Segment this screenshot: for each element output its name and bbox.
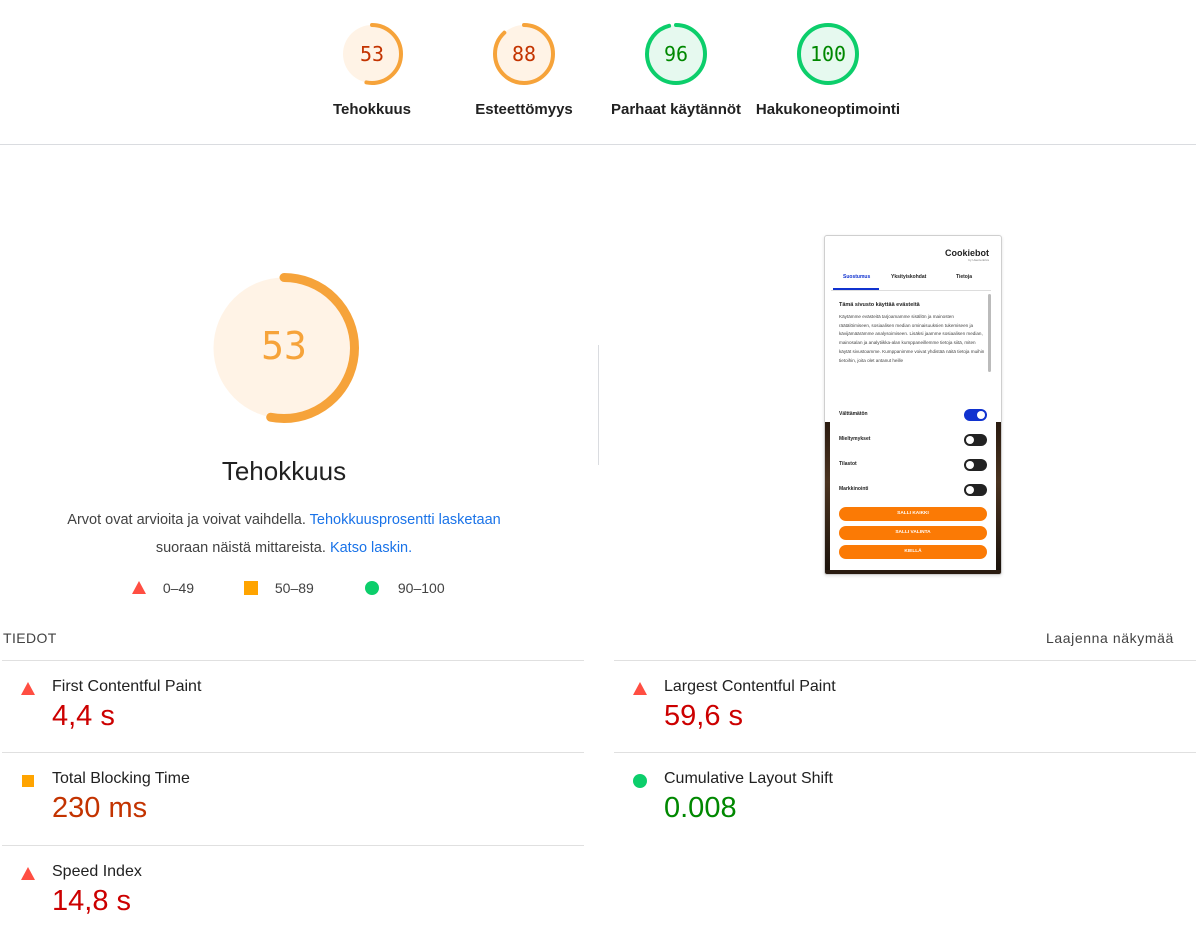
toggle-row-necessary: Välttämätön <box>839 408 987 422</box>
final-screenshot[interactable]: Cookiebot by Usercentrics Suostumus Yksi… <box>824 235 1002 575</box>
category-score: 96 <box>663 42 689 66</box>
performance-score: 53 <box>261 324 307 368</box>
metric-value: 4,4 s <box>52 700 115 732</box>
row-divider <box>2 845 584 846</box>
tab-underline <box>833 288 879 290</box>
toggle-switch[interactable] <box>964 434 987 446</box>
triangle-red-icon <box>21 682 35 695</box>
circle-green-icon <box>633 774 647 788</box>
background-strip <box>825 422 830 572</box>
toggle-switch[interactable] <box>964 409 987 421</box>
description-text: Arvot ovat arvioita ja voivat vaihdella. <box>67 512 306 528</box>
row-divider <box>614 660 1196 661</box>
background-strip <box>996 422 1001 572</box>
performance-title: Tehokkuus <box>221 456 347 486</box>
category-label: Esteettömyys <box>475 101 573 118</box>
toggle-label: Tilastot <box>839 461 857 467</box>
toggle-label: Mieltymykset <box>839 436 871 442</box>
logo-text: Cookiebot <box>945 248 989 258</box>
expand-view-toggle[interactable]: Laajenna näkymää <box>1046 630 1174 646</box>
category-score: 88 <box>511 42 537 66</box>
triangle-red-icon <box>132 581 146 594</box>
metric-value: 14,8 s <box>52 885 131 917</box>
category-label: Tehokkuus <box>332 101 412 118</box>
legend-range: 50–89 <box>274 580 314 596</box>
metric-label: Largest Contentful Paint <box>664 678 836 695</box>
category-label: Parhaat käytännöt <box>610 101 742 118</box>
allow-all-button[interactable]: SALLI KAIKKI <box>839 507 987 521</box>
metric-label: Cumulative Layout Shift <box>664 770 833 787</box>
tab-details[interactable]: Yksityiskohdat <box>891 274 926 280</box>
text-fade <box>839 366 985 386</box>
toggle-row-marketing: Markkinointi <box>839 483 987 497</box>
triangle-red-icon <box>21 867 35 880</box>
metric-value: 59,6 s <box>664 700 743 732</box>
legend-item-average: 50–89 <box>243 580 314 596</box>
row-divider <box>2 752 584 753</box>
category-score: 100 <box>809 42 847 66</box>
toggle-switch[interactable] <box>964 484 987 496</box>
legend-item-pass: 90–100 <box>364 580 445 596</box>
calculator-link[interactable]: Katso laskin. <box>330 540 412 556</box>
details-heading: TIEDOT <box>3 630 57 646</box>
allow-selection-button[interactable]: SALLI VALINTA <box>839 526 987 540</box>
square-orange-icon <box>244 581 258 595</box>
vertical-divider <box>598 345 599 465</box>
tab-consent[interactable]: Suostumus <box>843 274 870 280</box>
row-divider <box>2 660 584 661</box>
description-text: suoraan näistä mittareista. <box>155 540 326 556</box>
category-gauge-accessibility[interactable]: 88 Esteettömyys <box>444 22 604 118</box>
scrollbar[interactable] <box>988 294 991 372</box>
metric-label: Total Blocking Time <box>52 770 190 787</box>
metric-value: 230 ms <box>52 792 148 824</box>
tab-about[interactable]: Tietoja <box>956 274 972 280</box>
legend-range: 90–100 <box>397 580 445 596</box>
metric-label: Speed Index <box>52 863 142 880</box>
deny-button[interactable]: KIELLÄ <box>839 545 987 559</box>
toggle-switch[interactable] <box>964 459 987 471</box>
consent-tabs: Suostumus Yksityiskohdat Tietoja <box>831 268 991 291</box>
category-gauge-best-practices[interactable]: 96 Parhaat käytännöt <box>596 22 756 118</box>
logo-subtext: by Usercentrics <box>968 258 989 262</box>
metric-value: 0.008 <box>664 792 737 824</box>
toggle-row-statistics: Tilastot <box>839 458 987 472</box>
square-orange-icon <box>22 775 34 787</box>
legend-range: 0–49 <box>162 580 195 596</box>
toggle-label: Välttämätön <box>839 411 868 417</box>
consent-title: Tämä sivusto käyttää evästeitä <box>839 302 920 308</box>
cookiebot-logo: Cookiebot by Usercentrics <box>945 248 989 262</box>
performance-description: Arvot ovat arvioita ja voivat vaihdella.… <box>40 506 528 562</box>
row-divider <box>614 752 1196 753</box>
toggle-row-preferences: Mieltymykset <box>839 433 987 447</box>
category-gauge-seo[interactable]: 100 Hakukoneoptimointi <box>748 22 908 118</box>
toggle-label: Markkinointi <box>839 486 869 492</box>
category-gauge-performance[interactable]: 53 Tehokkuus <box>292 22 452 118</box>
top-divider <box>0 144 1196 145</box>
legend-item-fail: 0–49 <box>131 580 194 596</box>
triangle-red-icon <box>633 682 647 695</box>
category-label: Hakukoneoptimointi <box>755 101 901 118</box>
metric-label: First Contentful Paint <box>52 678 202 695</box>
score-calculation-link[interactable]: Tehokkuusprosentti lasketaan <box>310 512 501 528</box>
background-strip <box>825 570 1001 574</box>
circle-green-icon <box>365 581 379 595</box>
category-score: 53 <box>359 42 385 66</box>
